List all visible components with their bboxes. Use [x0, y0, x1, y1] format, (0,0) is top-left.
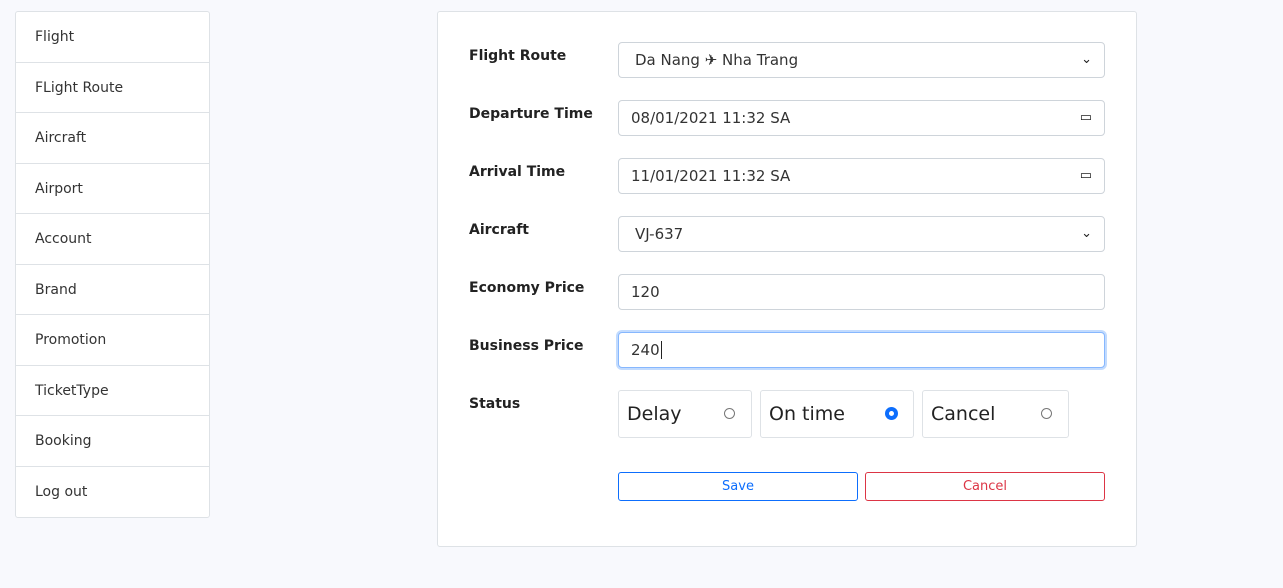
status-option-label: On time: [769, 403, 845, 425]
cancel-button[interactable]: Cancel: [865, 472, 1105, 501]
arrival-time-input[interactable]: 11/01/2021 11:32 SA ▭: [618, 158, 1105, 194]
sidebar-item-promotion[interactable]: Promotion: [16, 315, 209, 366]
sidebar-item-ticket-type[interactable]: TicketType: [16, 366, 209, 416]
sidebar-item-booking[interactable]: Booking: [16, 416, 209, 467]
sidebar-item-account[interactable]: Account: [16, 214, 209, 265]
sidebar-item-airport[interactable]: Airport: [16, 164, 209, 214]
sidebar-item-flight-route[interactable]: FLight Route: [16, 63, 209, 113]
business-price-label: Business Price: [469, 338, 584, 354]
status-option-label: Cancel: [931, 403, 996, 425]
flight-route-select[interactable]: Da Nang ✈ Nha Trang ⌄: [618, 42, 1105, 78]
economy-price-label: Economy Price: [469, 280, 585, 296]
sidebar-nav: Flight FLight Route Aircraft Airport Acc…: [15, 11, 210, 518]
economy-price-input[interactable]: 120: [618, 274, 1105, 310]
aircraft-select[interactable]: VJ-637 ⌄: [618, 216, 1105, 252]
arrival-time-value: 11/01/2021 11:32 SA: [631, 167, 791, 185]
arrival-time-label: Arrival Time: [469, 164, 566, 180]
sidebar-item-flight[interactable]: Flight: [16, 12, 209, 63]
status-option-label: Delay: [627, 403, 682, 425]
calendar-icon[interactable]: ▭: [1080, 101, 1092, 135]
status-label: Status: [469, 396, 521, 412]
radio-button[interactable]: [1041, 408, 1052, 419]
radio-button-selected[interactable]: [886, 408, 897, 419]
economy-price-value: 120: [631, 283, 660, 301]
aircraft-value: VJ-637: [635, 225, 684, 243]
flight-form: Flight Route Da Nang ✈ Nha Trang ⌄ Depar…: [437, 11, 1137, 547]
chevron-down-icon: ⌄: [1081, 52, 1092, 67]
calendar-icon[interactable]: ▭: [1080, 159, 1092, 193]
chevron-down-icon: ⌄: [1081, 226, 1092, 241]
sidebar-item-brand[interactable]: Brand: [16, 265, 209, 315]
departure-time-value: 08/01/2021 11:32 SA: [631, 109, 791, 127]
status-option-delay[interactable]: Delay: [618, 390, 752, 438]
business-price-value: 240: [631, 341, 660, 359]
departure-time-label: Departure Time: [469, 106, 593, 122]
status-option-on-time[interactable]: On time: [760, 390, 914, 438]
aircraft-label: Aircraft: [469, 222, 529, 238]
save-button[interactable]: Save: [618, 472, 858, 501]
business-price-input[interactable]: 240: [618, 332, 1105, 368]
status-option-cancel[interactable]: Cancel: [922, 390, 1069, 438]
sidebar-item-aircraft[interactable]: Aircraft: [16, 113, 209, 164]
radio-button[interactable]: [724, 408, 735, 419]
sidebar-item-log-out[interactable]: Log out: [16, 467, 209, 518]
departure-time-input[interactable]: 08/01/2021 11:32 SA ▭: [618, 100, 1105, 136]
flight-route-value: Da Nang ✈ Nha Trang: [635, 51, 799, 69]
flight-route-label: Flight Route: [469, 48, 567, 64]
